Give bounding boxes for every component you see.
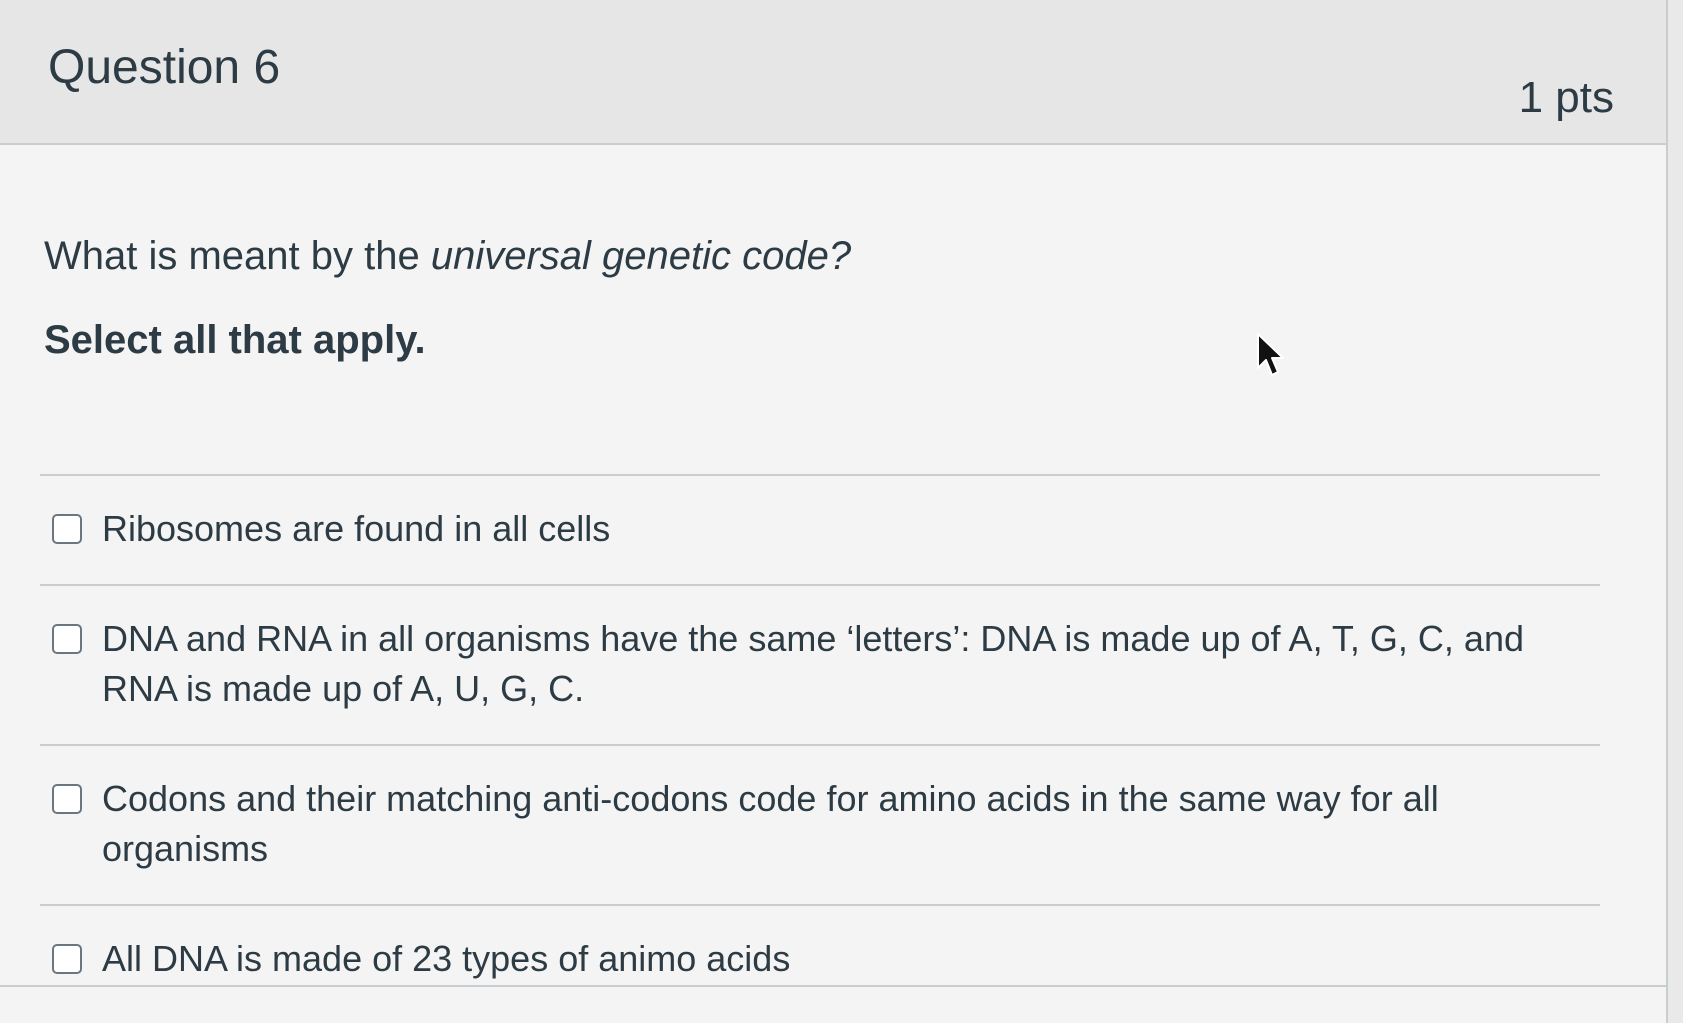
question-card: Question 6 1 pts What is meant by the un… [0,0,1668,1023]
question-header: Question 6 1 pts [0,0,1666,145]
bottom-divider [0,985,1666,987]
checkbox-icon[interactable] [52,514,82,544]
answer-list: Ribosomes are found in all cells DNA and… [40,474,1600,1014]
answer-option[interactable]: DNA and RNA in all organisms have the sa… [40,586,1600,746]
question-prompt: What is meant by the universal genetic c… [44,228,1604,284]
answer-label: All DNA is made of 23 types of animo aci… [102,938,791,979]
question-title: Question 6 [48,41,281,94]
answer-label: Ribosomes are found in all cells [102,508,611,549]
answer-label: DNA and RNA in all organisms have the sa… [102,618,1524,709]
answer-option[interactable]: All DNA is made of 23 types of animo aci… [40,906,1600,1014]
answer-instruction: Select all that apply. [44,318,426,362]
question-prompt-text: What is meant by the [44,234,431,278]
mouse-pointer-icon [1257,333,1284,376]
answer-label: Codons and their matching anti-codons co… [102,778,1439,869]
answer-option[interactable]: Ribosomes are found in all cells [40,476,1600,586]
checkbox-icon[interactable] [52,944,82,974]
question-points: 1 pts [1518,73,1614,122]
question-prompt-emphasis: universal genetic code? [430,234,852,278]
answer-option[interactable]: Codons and their matching anti-codons co… [40,746,1600,906]
checkbox-icon[interactable] [52,784,82,814]
question-body: What is meant by the universal genetic c… [44,228,1604,368]
checkbox-icon[interactable] [52,624,82,654]
